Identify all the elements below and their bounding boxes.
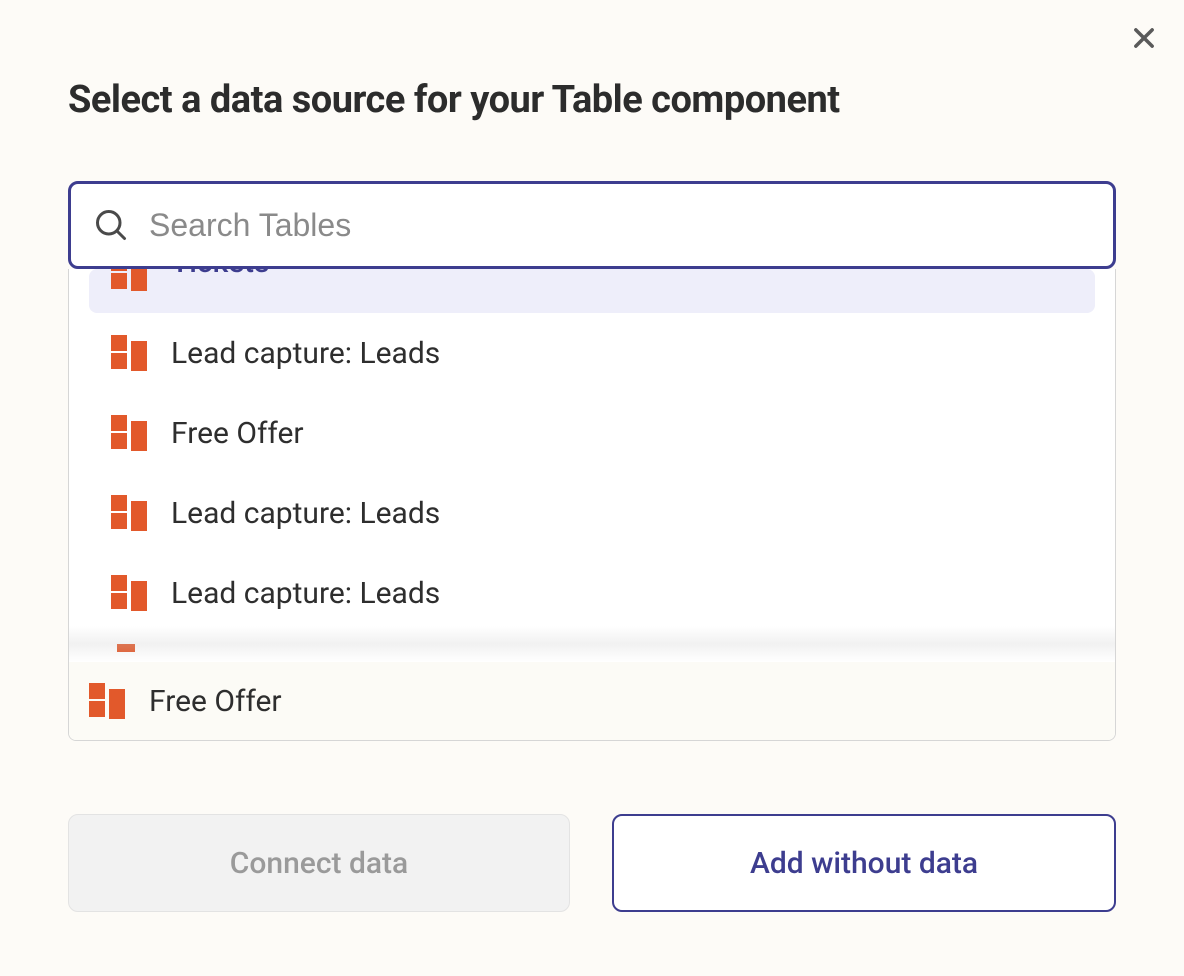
table-icon xyxy=(111,335,147,371)
options-dropdown: Tickets Lead capture: Leads Free Offer L… xyxy=(68,269,1116,741)
table-icon xyxy=(111,575,147,611)
search-input[interactable] xyxy=(149,207,1091,244)
selected-label: Free Offer xyxy=(149,684,282,719)
table-icon xyxy=(117,644,135,652)
close-icon xyxy=(1130,24,1158,52)
table-icon xyxy=(111,269,147,291)
option-label: Lead capture: Leads xyxy=(171,336,440,371)
option-item[interactable]: Lead capture: Leads xyxy=(69,473,1115,553)
option-item[interactable]: Free Offer xyxy=(69,393,1115,473)
table-icon xyxy=(111,415,147,451)
add-without-data-button[interactable]: Add without data xyxy=(612,814,1116,912)
option-item[interactable]: Tickets xyxy=(89,269,1095,313)
option-label: Lead capture: Leads xyxy=(171,496,440,531)
search-icon xyxy=(93,207,129,243)
options-scroll[interactable]: Tickets Lead capture: Leads Free Offer L… xyxy=(69,269,1115,660)
option-item[interactable]: Lead capture: Leads xyxy=(69,553,1115,633)
button-label: Add without data xyxy=(750,846,978,881)
option-label: Free Offer xyxy=(171,416,304,451)
option-label: Lead capture: Leads xyxy=(171,576,440,611)
table-icon xyxy=(89,683,125,719)
selected-option[interactable]: Free Offer xyxy=(69,662,1115,740)
connect-data-button: Connect data xyxy=(68,814,570,912)
option-label: Tickets xyxy=(171,269,269,280)
close-button[interactable] xyxy=(1126,20,1162,56)
button-label: Connect data xyxy=(230,846,408,881)
modal-title: Select a data source for your Table comp… xyxy=(68,78,840,122)
search-field[interactable] xyxy=(68,181,1116,269)
option-item-peek xyxy=(69,644,1115,660)
table-icon xyxy=(111,495,147,531)
modal-footer: Connect data Add without data xyxy=(68,814,1116,912)
option-item[interactable]: Lead capture: Leads xyxy=(69,313,1115,393)
